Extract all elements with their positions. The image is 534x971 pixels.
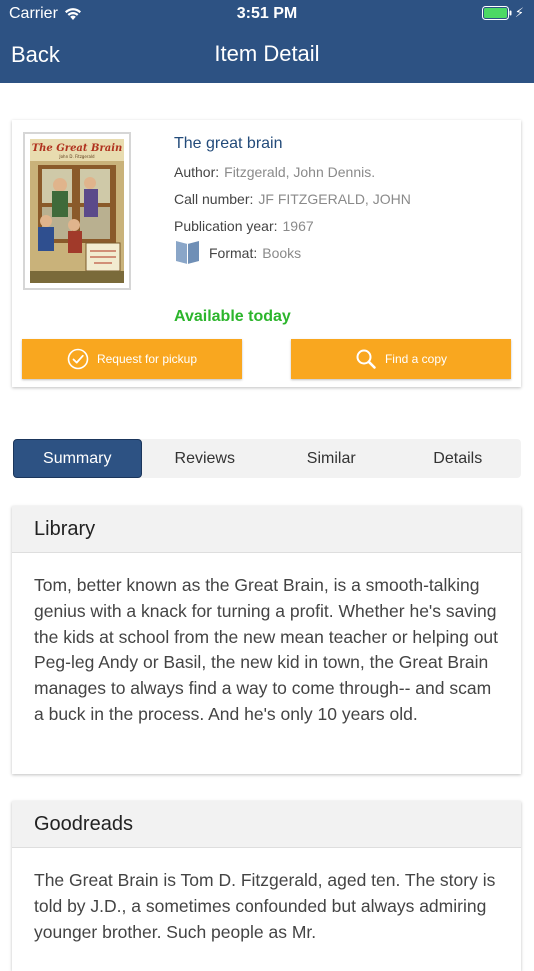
battery-icon bbox=[481, 6, 512, 20]
author-label: Author: bbox=[174, 164, 220, 180]
tab-reviews[interactable]: Reviews bbox=[142, 439, 269, 478]
book-cover-image: The Great Brain John D. Fitzgerald bbox=[30, 139, 124, 283]
request-pickup-button[interactable]: Request for pickup bbox=[22, 339, 242, 379]
books-icon bbox=[174, 240, 201, 265]
status-bar: Carrier 3:51 PM ⚡ bbox=[0, 0, 534, 28]
goodreads-summary-text: The Great Brain is Tom D. Fitzgerald, ag… bbox=[34, 870, 496, 942]
check-circle-icon bbox=[67, 348, 89, 370]
author-value: Fitzgerald, John Dennis. bbox=[224, 164, 376, 180]
publication-year-label: Publication year: bbox=[174, 218, 278, 234]
call-number-row: Call number: JF FITZGERALD, JOHN bbox=[174, 191, 411, 207]
library-heading: Library bbox=[12, 506, 521, 553]
book-cover[interactable]: The Great Brain John D. Fitzgerald bbox=[23, 132, 131, 290]
tab-summary[interactable]: Summary bbox=[13, 439, 142, 478]
call-number-label: Call number: bbox=[174, 191, 254, 207]
call-number-value: JF FITZGERALD, JOHN bbox=[258, 191, 411, 207]
library-summary-text: Tom, better known as the Great Brain, is… bbox=[34, 575, 499, 724]
cover-title-text: The Great Brain bbox=[32, 143, 123, 154]
search-icon bbox=[355, 348, 377, 370]
goodreads-summary-panel: Goodreads The Great Brain is Tom D. Fitz… bbox=[12, 801, 521, 971]
clock: 3:51 PM bbox=[236, 5, 298, 22]
find-copy-button[interactable]: Find a copy bbox=[291, 339, 511, 379]
tab-bar: Summary Reviews Similar Details bbox=[13, 439, 521, 478]
item-card: The Great Brain John D. Fitzgerald The g… bbox=[12, 120, 521, 387]
goodreads-heading: Goodreads bbox=[12, 801, 521, 848]
format-value: Books bbox=[262, 244, 302, 261]
publication-year-row: Publication year: 1967 bbox=[174, 218, 314, 234]
tab-details[interactable]: Details bbox=[395, 439, 522, 478]
book-title[interactable]: The great brain bbox=[174, 135, 283, 153]
charging-bolt-icon: ⚡ bbox=[514, 5, 524, 20]
request-pickup-label: Request for pickup bbox=[96, 352, 198, 366]
cover-author-text: John D. Fitzgerald bbox=[58, 154, 95, 159]
publication-year-value: 1967 bbox=[282, 218, 314, 234]
page-title: Item Detail bbox=[214, 41, 320, 66]
availability-status: Available today bbox=[174, 308, 291, 325]
nav-bar: Back Item Detail bbox=[0, 28, 534, 83]
library-summary-panel: Library Tom, better known as the Great B… bbox=[12, 506, 521, 774]
find-copy-label: Find a copy bbox=[384, 352, 448, 366]
app-header: Carrier 3:51 PM ⚡ Back Item Detail bbox=[0, 0, 534, 83]
author-row: Author: Fitzgerald, John Dennis. bbox=[174, 164, 375, 180]
battery-indicator: ⚡ bbox=[481, 5, 524, 20]
format-row: Format: Books bbox=[174, 240, 301, 265]
tab-similar[interactable]: Similar bbox=[268, 439, 395, 478]
format-label: Format: bbox=[209, 244, 258, 261]
